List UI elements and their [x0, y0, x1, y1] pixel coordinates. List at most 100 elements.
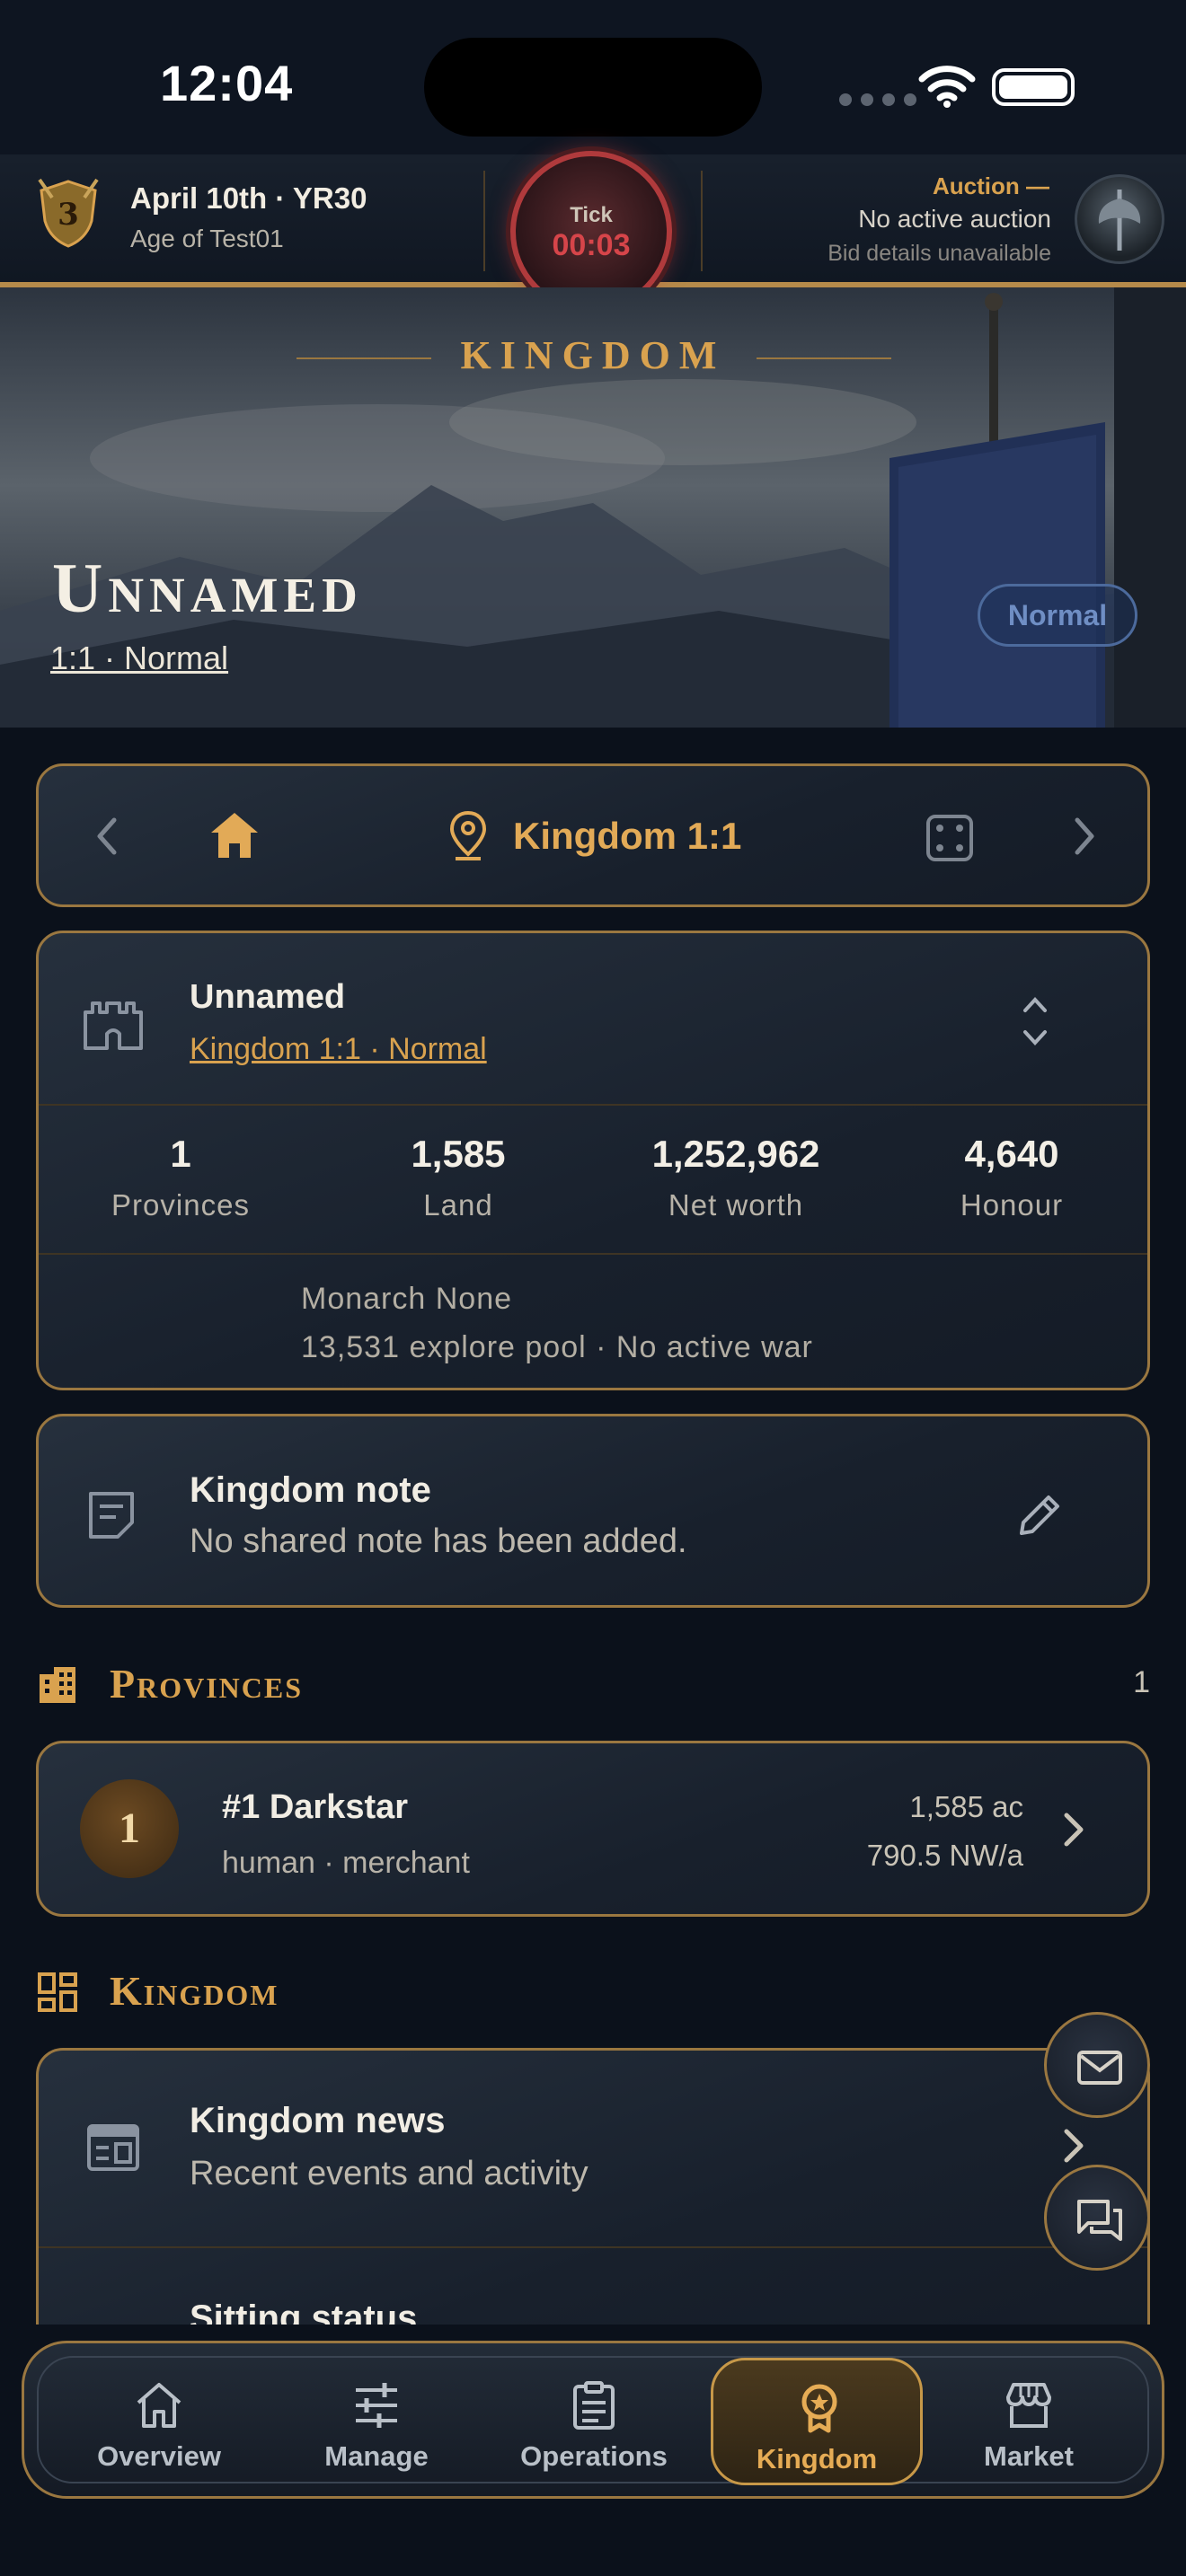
location-pin-icon: [449, 810, 487, 860]
auction-item-avatar[interactable]: [1075, 174, 1164, 264]
auction-title[interactable]: Auction —: [933, 172, 1049, 200]
tab-label: Operations: [520, 2440, 668, 2472]
province-race-personality: human · merchant: [222, 1846, 470, 1880]
buildings-icon: [40, 1667, 75, 1703]
tab-label: Overview: [97, 2440, 221, 2472]
store-icon: [1006, 2383, 1051, 2428]
random-kingdom-dice-button[interactable]: [925, 813, 975, 863]
age-name: Age of Test01: [130, 225, 284, 252]
province-count: 1: [1133, 1665, 1150, 1699]
kingdom-hero-banner: KINGDOM Unnamed 1:1 · Normal Normal: [0, 287, 1186, 728]
note-title: Kingdom note: [190, 1470, 431, 1510]
tab-label: Market: [984, 2440, 1074, 2472]
province-name: #1 Darkstar: [222, 1788, 409, 1826]
kingdom-name: Unnamed: [190, 978, 346, 1016]
kingdom-status-badge: Normal: [978, 584, 1137, 647]
provinces-section-header: Provinces 1: [36, 1653, 1150, 1716]
castle-icon: [84, 1001, 143, 1050]
chevron-right-icon: [1064, 2129, 1084, 2163]
top-info-bar: 3 April 10th · YR30 Age of Test01 Tick 0…: [0, 151, 1186, 313]
sliders-icon: [356, 2383, 397, 2428]
medal-icon: [801, 2384, 837, 2433]
chevron-right-icon: [1064, 1813, 1084, 1847]
tick-countdown: 00:03: [552, 228, 631, 262]
newspaper-icon: [87, 2124, 139, 2171]
auction-detail: Bid details unavailable: [828, 241, 1051, 266]
province-networth-per-acre: 790.5 NW/a: [866, 1839, 1023, 1872]
stat-label: Net worth: [668, 1188, 804, 1222]
chat-icon: [1077, 2200, 1122, 2241]
note-text: No shared note has been added.: [190, 1522, 687, 1560]
divider: [39, 1104, 1147, 1106]
home-icon: [137, 2383, 181, 2428]
section-title: Provinces: [110, 1661, 304, 1707]
tab-operations[interactable]: Operations: [488, 2358, 700, 2485]
stat-label: Provinces: [111, 1188, 250, 1222]
clipboard-icon: [573, 2381, 615, 2430]
stat-honour: 4,640 Honour: [877, 1133, 1146, 1222]
stat-value: 1,252,962: [651, 1133, 820, 1175]
kingdom-name-title: Unnamed: [52, 549, 363, 627]
divider: [39, 2246, 1147, 2248]
bottom-tab-bar: Overview Manage Operations Kingdom Marke…: [22, 2341, 1164, 2499]
expand-collapse-icon[interactable]: [1020, 992, 1050, 1050]
mail-icon: [1077, 2051, 1122, 2085]
note-icon: [89, 1492, 134, 1539]
signal-icon: [839, 93, 916, 106]
tab-overview[interactable]: Overview: [53, 2358, 265, 2485]
stat-provinces: 1 Provinces: [46, 1133, 315, 1222]
kingdom-summary-card: Unnamed Kingdom 1:1 · Normal 1 Provinces…: [36, 931, 1150, 1390]
kingdom-news-row[interactable]: Kingdom news Recent events and activity: [39, 2051, 1147, 2246]
stat-land: 1,585 Land: [323, 1133, 593, 1222]
status-bar: 12:04: [0, 0, 1186, 154]
province-rank-badge: 1: [80, 1779, 179, 1878]
divider: [483, 171, 485, 271]
next-kingdom-button[interactable]: [1067, 813, 1102, 860]
stat-label: Honour: [960, 1188, 1064, 1222]
tab-label: Kingdom: [756, 2443, 878, 2475]
dynamic-island: [424, 38, 762, 137]
wifi-icon: [918, 66, 976, 108]
dashboard-icon: [38, 1972, 77, 2012]
dragon-crest-icon: 3: [38, 178, 99, 248]
game-date: April 10th · YR30: [130, 181, 367, 215]
kingdom-news-subtitle: Recent events and activity: [190, 2155, 589, 2192]
status-time: 12:04: [160, 55, 294, 111]
stat-value: 4,640: [964, 1133, 1059, 1175]
kingdom-meta: Monarch None 13,531 explore pool · No ac…: [301, 1275, 813, 1372]
stat-value: 1,585: [411, 1133, 506, 1175]
tab-kingdom[interactable]: Kingdom: [711, 2358, 923, 2485]
home-kingdom-button[interactable]: [206, 807, 263, 861]
stat-net-worth: 1,252,962 Net worth: [601, 1133, 871, 1222]
current-kingdom-label[interactable]: Kingdom 1:1: [513, 815, 741, 858]
tab-market[interactable]: Market: [923, 2358, 1135, 2485]
auction-status: No active auction: [858, 205, 1051, 233]
tab-manage[interactable]: Manage: [270, 2358, 482, 2485]
kingdom-note-card[interactable]: Kingdom note No shared note has been add…: [36, 1414, 1150, 1608]
kingdom-section-header: Kingdom: [36, 1960, 1150, 2023]
divider: [701, 171, 703, 271]
kingdom-links-card: Kingdom news Recent events and activity …: [36, 2048, 1150, 2344]
province-land: 1,585 ac: [909, 1790, 1023, 1823]
page-heading: KINGDOM: [460, 333, 726, 377]
stat-label: Land: [423, 1188, 493, 1222]
pencil-edit-icon[interactable]: [1013, 1488, 1067, 1542]
battery-icon: [992, 68, 1075, 106]
tab-label: Manage: [324, 2440, 429, 2472]
section-title: Kingdom: [110, 1968, 279, 2014]
divider: [39, 1253, 1147, 1255]
chat-fab[interactable]: [1044, 2165, 1150, 2271]
svg-text:3: 3: [58, 197, 79, 233]
messages-fab[interactable]: [1044, 2012, 1150, 2118]
kingdom-navigator: Kingdom 1:1: [36, 763, 1150, 907]
kingdom-news-title: Kingdom news: [190, 2101, 446, 2140]
kingdom-location-link[interactable]: Kingdom 1:1 · Normal: [190, 1032, 487, 1067]
province-row[interactable]: 1 #1 Darkstar human · merchant 1,585 ac …: [36, 1741, 1150, 1917]
previous-kingdom-button[interactable]: [89, 813, 125, 860]
kingdom-location-link[interactable]: 1:1 · Normal: [50, 640, 228, 677]
explore-pool-text: 13,531 explore pool · No active war: [301, 1330, 813, 1364]
tick-label: Tick: [570, 203, 613, 227]
battle-axe-icon: [1098, 190, 1141, 251]
monarch-text: Monarch None: [301, 1282, 513, 1316]
stat-value: 1: [170, 1133, 191, 1175]
